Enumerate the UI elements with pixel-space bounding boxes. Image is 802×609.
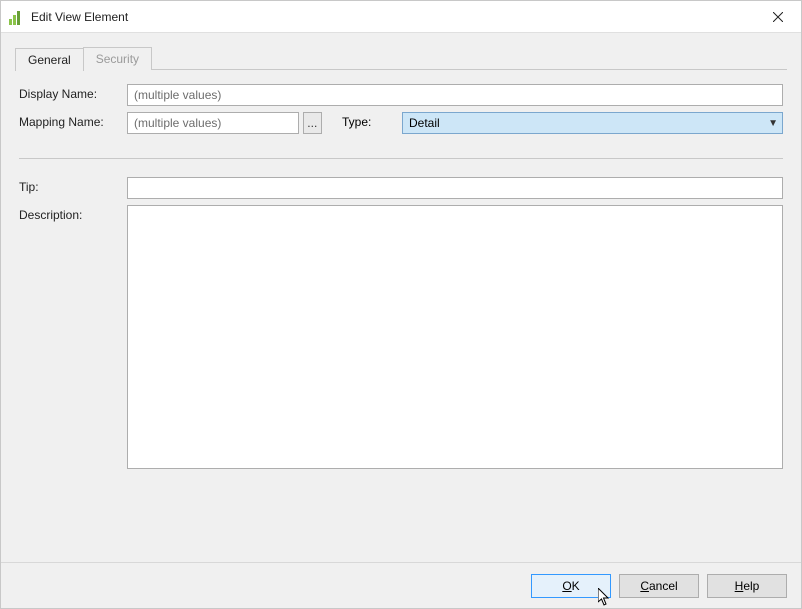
ok-button[interactable]: OK — [531, 574, 611, 598]
type-select-value: Detail — [409, 116, 440, 130]
help-button-label: Help — [735, 579, 760, 593]
tip-input[interactable] — [127, 177, 783, 199]
display-name-label: Display Name: — [19, 84, 127, 101]
tab-general[interactable]: General — [15, 48, 84, 71]
app-icon — [9, 9, 25, 25]
type-label: Type: — [342, 112, 402, 129]
help-button[interactable]: Help — [707, 574, 787, 598]
dialog-footer: OK Cancel Help — [1, 562, 801, 608]
type-select[interactable]: Detail ▼ — [402, 112, 783, 134]
separator — [19, 158, 783, 159]
mapping-name-label: Mapping Name: — [19, 112, 127, 129]
description-textarea[interactable] — [127, 205, 783, 469]
general-panel: Display Name: Mapping Name: ... Type: De… — [15, 70, 787, 476]
cancel-button-label: Cancel — [640, 579, 677, 593]
display-name-input[interactable] — [127, 84, 783, 106]
description-label: Description: — [19, 205, 127, 222]
tab-security[interactable]: Security — [83, 47, 152, 70]
ok-button-label: OK — [562, 579, 579, 593]
tab-strip: General Security — [15, 47, 787, 70]
tip-label: Tip: — [19, 177, 127, 194]
titlebar: Edit View Element — [1, 1, 801, 33]
chevron-down-icon: ▼ — [768, 118, 778, 129]
mapping-name-input[interactable] — [127, 112, 299, 134]
cancel-button[interactable]: Cancel — [619, 574, 699, 598]
close-icon — [773, 12, 783, 22]
window-title: Edit View Element — [31, 10, 755, 24]
mapping-browse-button[interactable]: ... — [303, 112, 322, 134]
close-button[interactable] — [755, 1, 801, 33]
